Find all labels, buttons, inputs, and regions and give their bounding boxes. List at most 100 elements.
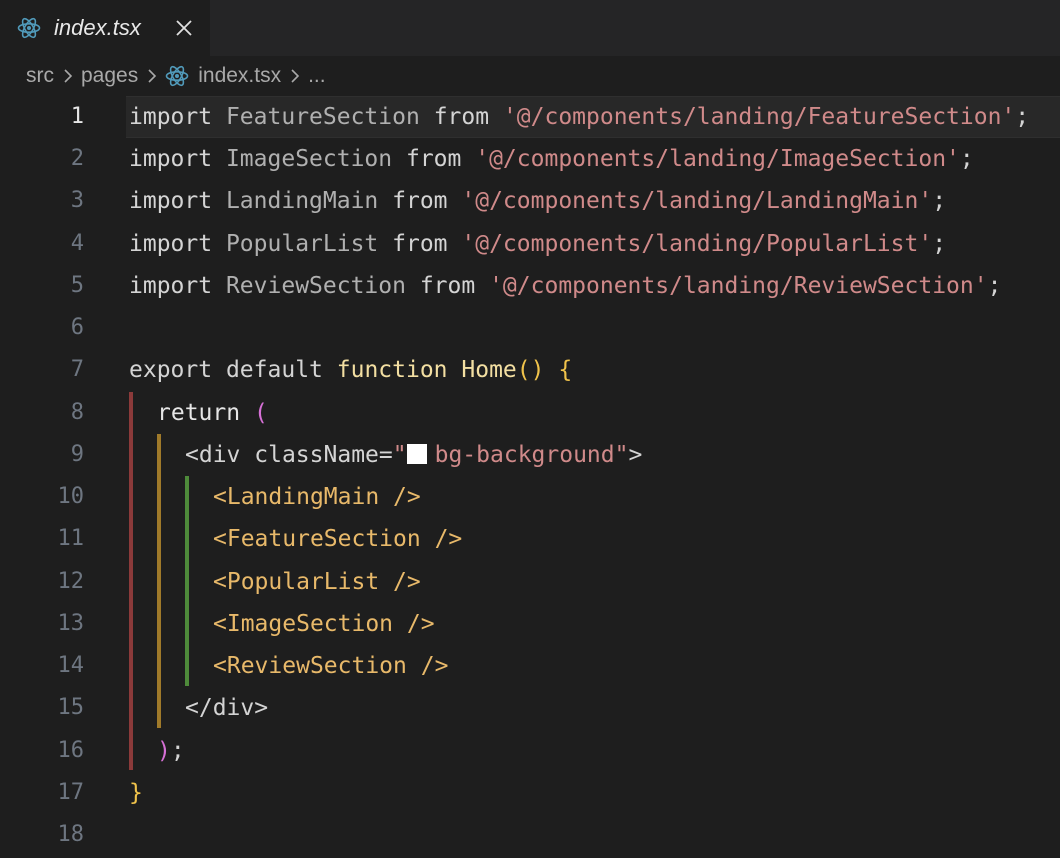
- punctuation: />: [379, 484, 421, 510]
- keyword: default: [225, 357, 323, 383]
- line-number: 11: [57, 526, 85, 551]
- line-number: 8: [70, 400, 84, 425]
- keyword: import: [129, 104, 213, 130]
- code-line-4[interactable]: import PopularList from '@/components/la…: [129, 223, 946, 265]
- breadcrumb-src[interactable]: src: [26, 64, 54, 88]
- keyword: from: [392, 231, 448, 257]
- keyword: export: [129, 357, 213, 383]
- jsx-tag: div: [212, 695, 255, 721]
- keyword: import: [129, 231, 213, 257]
- code-line-13[interactable]: <ImageSection />: [213, 603, 435, 645]
- punctuation: ;: [987, 273, 1002, 299]
- keyword: import: [129, 273, 213, 299]
- tab-title: index.tsx: [54, 15, 141, 40]
- punctuation: <: [213, 653, 227, 679]
- jsx-attribute: className: [254, 442, 379, 468]
- code-line-12[interactable]: <PopularList />: [213, 561, 421, 603]
- keyword: from: [433, 104, 490, 130]
- keyword: from: [405, 146, 462, 172]
- line-number: 12: [57, 569, 85, 594]
- punctuation: ;: [170, 738, 185, 764]
- chevron-right-icon: [64, 69, 73, 83]
- string-literal: '@/components/landing/ImageSection': [475, 146, 960, 172]
- line-number: 9: [70, 442, 84, 467]
- react-icon: [17, 17, 41, 39]
- jsx-tag: ImageSection: [226, 611, 394, 637]
- code-editor[interactable]: 1 2 3 4 5 6 7 8 9 10 11 12 13 14 15 16 1…: [0, 96, 1060, 858]
- keyword: from: [392, 188, 448, 214]
- identifier: PopularList: [225, 231, 379, 257]
- code-line-2[interactable]: import ImageSection from '@/components/l…: [129, 138, 974, 180]
- code-line-7[interactable]: export default function Home() {: [129, 349, 572, 391]
- tab-index-tsx[interactable]: index.tsx: [0, 0, 210, 56]
- identifier: ImageSection: [225, 146, 393, 172]
- chevron-right-icon: [148, 69, 157, 83]
- code-line-3[interactable]: import LandingMain from '@/components/la…: [129, 180, 946, 222]
- keyword: import: [129, 146, 213, 172]
- breadcrumb-symbols[interactable]: ...: [308, 64, 326, 88]
- punctuation: />: [379, 569, 421, 595]
- line-number: 13: [57, 611, 85, 636]
- jsx-tag: FeatureSection: [226, 526, 421, 552]
- line-number: 4: [70, 231, 84, 256]
- indent-guide-green: [185, 476, 189, 686]
- punctuation: <: [185, 442, 199, 468]
- punctuation: <: [213, 611, 227, 637]
- punctuation: ;: [1015, 104, 1030, 130]
- code-line-15[interactable]: </div>: [185, 687, 268, 729]
- chevron-right-icon: [291, 69, 300, 83]
- line-number: 17: [57, 780, 85, 805]
- code-line-1[interactable]: import FeatureSection from '@/components…: [129, 96, 1029, 138]
- line-number: 1: [70, 104, 84, 129]
- code-line-10[interactable]: <LandingMain />: [213, 476, 421, 518]
- brace: {: [558, 357, 573, 383]
- punctuation: />: [393, 611, 435, 637]
- line-number: 7: [70, 357, 84, 382]
- code-line-5[interactable]: import ReviewSection from '@/components/…: [129, 265, 1001, 307]
- identifier: FeatureSection: [225, 104, 420, 130]
- color-swatch[interactable]: [406, 444, 427, 464]
- parenthesis: (: [253, 400, 268, 426]
- code-line-9[interactable]: <div className=" bg-background">: [185, 434, 642, 476]
- parenthesis: ): [157, 738, 171, 764]
- keyword: return: [157, 400, 241, 426]
- line-number: 3: [70, 188, 84, 213]
- line-number: 18: [57, 822, 85, 847]
- indent-guide-gold: [157, 434, 161, 728]
- line-number: 16: [57, 738, 85, 763]
- close-icon[interactable]: [172, 16, 196, 40]
- line-number: 15: [57, 695, 85, 720]
- breadcrumb-pages[interactable]: pages: [81, 64, 138, 88]
- react-icon: [165, 65, 189, 87]
- line-number: 2: [70, 146, 84, 171]
- keyword: import: [129, 188, 213, 214]
- code-line-14[interactable]: <ReviewSection />: [213, 645, 448, 687]
- line-number: 6: [70, 315, 84, 340]
- code-line-17[interactable]: }: [129, 772, 143, 814]
- punctuation: >: [628, 442, 643, 468]
- punctuation: </: [185, 695, 213, 721]
- punctuation: ;: [959, 146, 974, 172]
- parentheses: (): [516, 357, 545, 383]
- jsx-tag: PopularList: [226, 569, 380, 595]
- string-literal: '@/components/landing/PopularList': [461, 231, 933, 257]
- punctuation: ;: [932, 188, 947, 214]
- string-quote: ": [392, 442, 407, 468]
- identifier: LandingMain: [225, 188, 379, 214]
- brace: }: [129, 780, 143, 806]
- identifier: ReviewSection: [225, 273, 406, 299]
- line-number: 14: [57, 653, 85, 678]
- code-line-8[interactable]: return (: [157, 392, 268, 434]
- string-literal: '@/components/landing/ReviewSection': [489, 273, 988, 299]
- breadcrumb-file[interactable]: index.tsx: [198, 64, 281, 88]
- line-number: 5: [70, 273, 84, 298]
- punctuation: <: [213, 569, 227, 595]
- punctuation: />: [406, 653, 449, 679]
- punctuation: =: [378, 442, 393, 468]
- punctuation: >: [254, 695, 269, 721]
- punctuation: <: [213, 484, 227, 510]
- indent-guide-red: [129, 392, 133, 770]
- jsx-tag: ReviewSection: [226, 653, 407, 679]
- code-line-11[interactable]: <FeatureSection />: [213, 518, 462, 560]
- code-line-16[interactable]: );: [157, 730, 185, 772]
